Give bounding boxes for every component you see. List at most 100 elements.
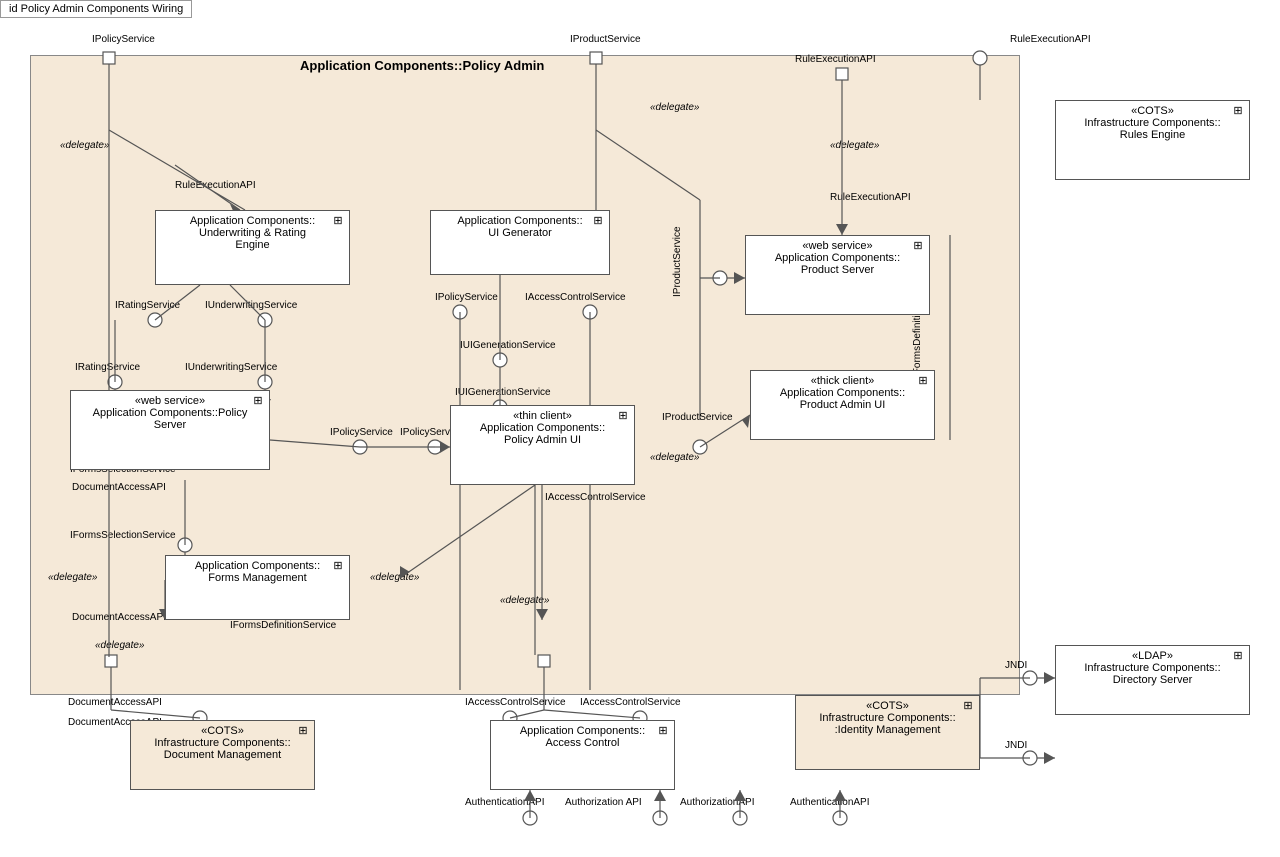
component-icon-identity: ⊞	[960, 699, 976, 713]
label-iforms-def1: IFormsDefinitionService	[230, 620, 337, 631]
line-iproduct-right	[596, 130, 700, 200]
label-ipolicy-ps1: IPolicyService	[330, 427, 393, 438]
label-jndi1: JNDI	[1005, 660, 1027, 671]
label-auth2: AuthenticationAPI	[790, 797, 870, 808]
label-docaccess3: DocumentAccessAPI	[68, 697, 162, 708]
box-directory-server: ⊞ «LDAP» Infrastructure Components::Dire…	[1055, 645, 1250, 715]
policy-ui-stereotype: «thin client»	[455, 410, 630, 422]
product-server-stereotype: «web service»	[750, 240, 925, 252]
arrow-jndi1	[1044, 672, 1055, 684]
label-ipolicyservice-top: IPolicyService	[92, 34, 155, 45]
interface-circle-rule-top	[973, 51, 987, 65]
box-policy-admin-ui: ⊞ «thin client» Application Components::…	[450, 405, 635, 485]
component-icon-forms: ⊞	[330, 559, 346, 573]
arrow-authz2	[734, 790, 746, 801]
line-ui-forms	[400, 485, 535, 578]
box-underwriting: ⊞ Application Components::Underwriting &…	[155, 210, 350, 285]
label-delegate1: «delegate»	[60, 140, 110, 151]
arrow-jndi2	[1044, 752, 1055, 764]
access-name: Application Components::Access Control	[495, 725, 670, 749]
component-icon-policy-ui: ⊞	[615, 409, 631, 423]
label-docaccess1: DocumentAccessAPI	[72, 482, 166, 493]
component-icon-directory: ⊞	[1230, 649, 1246, 663]
arrow-iaccess-ui	[536, 609, 548, 620]
line-iaccess2	[544, 710, 640, 718]
label-iproductservice-mid: IProductService	[662, 412, 733, 423]
label-docaccess2: DocumentAccessAPI	[72, 612, 166, 623]
label-jndi2: JNDI	[1005, 740, 1027, 751]
interface-square-bottom-left	[105, 655, 117, 667]
label-authz1: Authorization API	[565, 797, 642, 808]
line-delegate-underwriting	[109, 130, 245, 210]
box-forms-management: ⊞ Application Components::Forms Manageme…	[165, 555, 350, 620]
box-product-server: ⊞ «web service» Application Components::…	[745, 235, 930, 315]
arrow-product-server	[836, 224, 848, 235]
label-iuigenservice1: IUIGenerationService	[460, 340, 556, 351]
directory-name: Infrastructure Components::Directory Ser…	[1060, 662, 1245, 686]
component-icon-product-ui: ⊞	[915, 374, 931, 388]
title-bar: id Policy Admin Components Wiring	[0, 0, 192, 18]
label-delegate3: «delegate»	[830, 140, 880, 151]
product-server-name: Application Components::Product Server	[750, 252, 925, 276]
label-ruleexecution-left: RuleExecutionAPI	[175, 180, 256, 191]
policy-ui-name: Application Components::Policy Admin UI	[455, 422, 630, 446]
arrow-iproduct-ps	[734, 272, 745, 284]
label-iaccesscontrol-uigen: IAccessControlService	[525, 292, 626, 303]
label-iuigenservice2: IUIGenerationService	[455, 387, 551, 398]
component-icon-doc: ⊞	[295, 724, 311, 738]
component-icon-policy-server: ⊞	[250, 394, 266, 408]
label-iproduct-vert: IProductService	[672, 226, 683, 297]
underwriting-name: Application Components::Underwriting & R…	[160, 215, 345, 251]
rules-stereotype: «COTS»	[1060, 105, 1245, 117]
label-iaccess-ui: IAccessControlService	[545, 492, 646, 503]
directory-stereotype: «LDAP»	[1060, 650, 1245, 662]
box-identity-management: ⊞ «COTS» Infrastructure Components:::Ide…	[795, 695, 980, 770]
label-iunwritingservice2: IUnderwritingService	[185, 362, 278, 373]
label-iaccess2: IAccessControlService	[580, 697, 681, 708]
line-policy-connect	[270, 440, 360, 447]
product-ui-stereotype: «thick client»	[755, 375, 930, 387]
label-iforms-sel2: IFormsSelectionService	[70, 530, 176, 541]
box-policy-server: ⊞ «web service» Application Components::…	[70, 390, 270, 470]
policy-server-name: Application Components::PolicyServer	[75, 407, 265, 431]
component-icon-underwriting: ⊞	[330, 214, 346, 228]
uigen-name: Application Components::UI Generator	[435, 215, 605, 239]
title-text: id Policy Admin Components Wiring	[9, 3, 183, 15]
label-iratingservice1: IRatingService	[115, 300, 180, 311]
arrow-ipolicy-to-ui	[440, 441, 450, 453]
rules-name: Infrastructure Components::Rules Engine	[1060, 117, 1245, 141]
doc-stereotype: «COTS»	[135, 725, 310, 737]
label-iratingservice2: IRatingService	[75, 362, 140, 373]
interface-square-bottom-center	[538, 655, 550, 667]
component-icon-access: ⊞	[655, 724, 671, 738]
interface-square-product-top	[590, 52, 602, 64]
forms-name: Application Components::Forms Management	[170, 560, 345, 584]
label-delegate-bottom: «delegate»	[95, 640, 145, 651]
label-iaccess1: IAccessControlService	[465, 697, 566, 708]
label-delegate-right: «delegate»	[650, 452, 700, 463]
label-ruleexecution-top1: RuleExecutionAPI	[795, 54, 876, 65]
interface-square-rule-top	[836, 68, 848, 80]
label-delegate-forms2: «delegate»	[370, 572, 420, 583]
component-icon-rules: ⊞	[1230, 104, 1246, 118]
box-product-admin-ui: ⊞ «thick client» Application Components:…	[750, 370, 935, 440]
label-ruleexecution-top2: RuleExecutionAPI	[1010, 34, 1091, 45]
component-icon-product-server: ⊞	[910, 239, 926, 253]
product-ui-name: Application Components::Product Admin UI	[755, 387, 930, 411]
box-access-control: ⊞ Application Components::Access Control	[490, 720, 675, 790]
label-ipolicyservice-uigen: IPolicyService	[435, 292, 498, 303]
identity-stereotype: «COTS»	[800, 700, 975, 712]
policy-server-stereotype: «web service»	[75, 395, 265, 407]
component-icon-uigen: ⊞	[590, 214, 606, 228]
arrow-authz	[654, 790, 666, 801]
box-rules-engine: ⊞ «COTS» Infrastructure Components::Rule…	[1055, 100, 1250, 180]
box-document-management: ⊞ «COTS» Infrastructure Components::Docu…	[130, 720, 315, 790]
doc-name: Infrastructure Components::Document Mana…	[135, 737, 310, 761]
label-iproductservice-top: IProductService	[570, 34, 641, 45]
arrow-auth2	[834, 790, 846, 801]
box-ui-generator: ⊞ Application Components::UI Generator	[430, 210, 610, 275]
label-delegate-forms: «delegate»	[48, 572, 98, 583]
diagram-area: Application Components::Policy Admin IPo…	[0, 0, 1280, 857]
arrow-auth1	[524, 790, 536, 801]
interface-square-policy-top	[103, 52, 115, 64]
